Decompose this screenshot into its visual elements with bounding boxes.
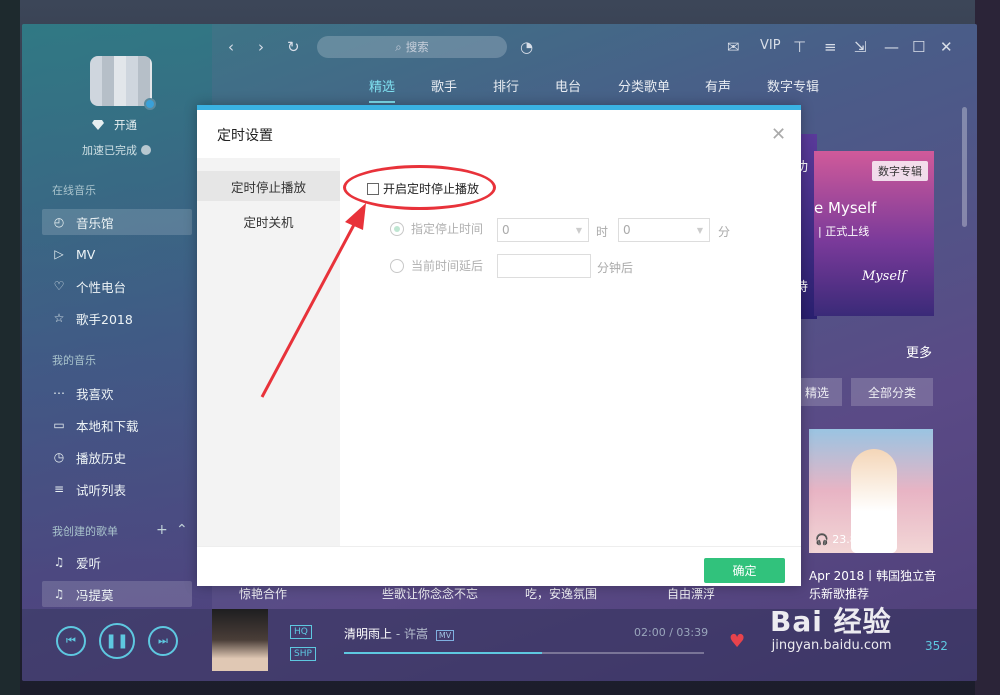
annotation-arrow-icon — [260, 203, 366, 398]
